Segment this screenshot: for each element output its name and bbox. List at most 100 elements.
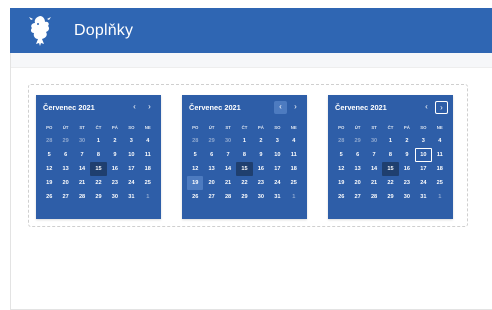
next-month-button[interactable]: › (289, 101, 302, 114)
calendar-day[interactable]: 17 (123, 162, 139, 176)
calendar-day[interactable]: 25 (140, 176, 156, 190)
calendar-day[interactable]: 13 (349, 162, 365, 176)
calendar-day[interactable]: 10 (269, 148, 285, 162)
calendar-day[interactable]: 14 (366, 162, 382, 176)
calendar-day[interactable]: 16 (107, 162, 123, 176)
calendar-day[interactable]: 30 (253, 190, 269, 204)
next-month-button[interactable]: › (143, 101, 156, 114)
calendar-day[interactable]: 26 (333, 190, 349, 204)
calendar-day[interactable]: 8 (382, 148, 398, 162)
calendar-day[interactable]: 26 (187, 190, 203, 204)
calendar-day[interactable]: 3 (123, 134, 139, 148)
calendar-day[interactable]: 1 (286, 190, 302, 204)
calendar-day[interactable]: 2 (107, 134, 123, 148)
calendar-day[interactable]: 7 (220, 148, 236, 162)
calendar-day[interactable]: 28 (41, 134, 57, 148)
calendar-day[interactable]: 3 (269, 134, 285, 148)
prev-month-button[interactable]: ‹ (420, 101, 433, 114)
calendar-day[interactable]: 18 (286, 162, 302, 176)
calendar-day[interactable]: 15 (236, 162, 253, 176)
calendar-day[interactable]: 9 (107, 148, 123, 162)
calendar-day[interactable]: 31 (269, 190, 285, 204)
calendar-day[interactable]: 16 (399, 162, 415, 176)
calendar-day[interactable]: 26 (41, 190, 57, 204)
calendar-day[interactable]: 30 (107, 190, 123, 204)
calendar-day[interactable]: 12 (41, 162, 57, 176)
calendar-day[interactable]: 19 (41, 176, 57, 190)
calendar-day[interactable]: 28 (74, 190, 90, 204)
calendar-day[interactable]: 29 (90, 190, 106, 204)
calendar-day[interactable]: 9 (253, 148, 269, 162)
calendar-day[interactable]: 17 (269, 162, 285, 176)
prev-month-button[interactable]: ‹ (274, 101, 287, 114)
next-month-button[interactable]: › (435, 101, 448, 114)
calendar-day[interactable]: 25 (432, 176, 448, 190)
calendar-day[interactable]: 6 (57, 148, 73, 162)
calendar-day[interactable]: 2 (253, 134, 269, 148)
calendar-day[interactable]: 28 (187, 134, 203, 148)
calendar-day[interactable]: 20 (349, 176, 365, 190)
calendar-day[interactable]: 24 (415, 176, 431, 190)
calendar-day[interactable]: 7 (74, 148, 90, 162)
calendar-day[interactable]: 12 (333, 162, 349, 176)
calendar-day[interactable]: 5 (333, 148, 349, 162)
calendar-day[interactable]: 11 (140, 148, 156, 162)
calendar-day[interactable]: 28 (220, 190, 236, 204)
calendar-day[interactable]: 10 (123, 148, 139, 162)
calendar-day[interactable]: 14 (220, 162, 236, 176)
prev-month-button[interactable]: ‹ (128, 101, 141, 114)
calendar-day[interactable]: 5 (41, 148, 57, 162)
calendar-day[interactable]: 31 (415, 190, 431, 204)
calendar-day[interactable]: 20 (203, 176, 219, 190)
calendar-day[interactable]: 18 (140, 162, 156, 176)
calendar-day[interactable]: 23 (107, 176, 123, 190)
calendar-day[interactable]: 30 (220, 134, 236, 148)
calendar-day[interactable]: 28 (366, 190, 382, 204)
calendar-day[interactable]: 8 (90, 148, 106, 162)
calendar-day[interactable]: 1 (140, 190, 156, 204)
calendar-day[interactable]: 29 (57, 134, 73, 148)
calendar-day[interactable]: 21 (366, 176, 382, 190)
calendar-day[interactable]: 1 (432, 190, 448, 204)
calendar-day[interactable]: 14 (74, 162, 90, 176)
calendar-day[interactable]: 27 (57, 190, 73, 204)
calendar-day[interactable]: 15 (382, 162, 399, 176)
calendar-day[interactable]: 18 (432, 162, 448, 176)
calendar-day[interactable]: 6 (349, 148, 365, 162)
calendar-day[interactable]: 19 (187, 176, 204, 190)
calendar-day[interactable]: 29 (203, 134, 219, 148)
calendar-day[interactable]: 16 (253, 162, 269, 176)
calendar-day[interactable]: 31 (123, 190, 139, 204)
calendar-day[interactable]: 21 (74, 176, 90, 190)
calendar-day[interactable]: 8 (236, 148, 252, 162)
calendar-day[interactable]: 4 (286, 134, 302, 148)
calendar-day[interactable]: 20 (57, 176, 73, 190)
calendar-day[interactable]: 25 (286, 176, 302, 190)
calendar-day[interactable]: 5 (187, 148, 203, 162)
calendar-day[interactable]: 2 (399, 134, 415, 148)
calendar-day[interactable]: 30 (74, 134, 90, 148)
calendar-day[interactable]: 1 (90, 134, 106, 148)
calendar-day[interactable]: 3 (415, 134, 431, 148)
calendar-day[interactable]: 13 (203, 162, 219, 176)
calendar-day[interactable]: 13 (57, 162, 73, 176)
calendar-day[interactable]: 23 (399, 176, 415, 190)
calendar-day[interactable]: 17 (415, 162, 431, 176)
calendar-day[interactable]: 6 (203, 148, 219, 162)
calendar-day[interactable]: 21 (220, 176, 236, 190)
calendar-day[interactable]: 1 (236, 134, 252, 148)
calendar-day[interactable]: 27 (203, 190, 219, 204)
calendar-day[interactable]: 30 (366, 134, 382, 148)
calendar-day[interactable]: 9 (399, 148, 415, 162)
calendar-day[interactable]: 15 (90, 162, 107, 176)
calendar-day[interactable]: 10 (415, 148, 432, 162)
calendar-day[interactable]: 11 (432, 148, 448, 162)
calendar-day[interactable]: 22 (236, 176, 252, 190)
calendar-day[interactable]: 27 (349, 190, 365, 204)
calendar-day[interactable]: 29 (236, 190, 252, 204)
calendar-day[interactable]: 23 (253, 176, 269, 190)
calendar-day[interactable]: 29 (382, 190, 398, 204)
calendar-day[interactable]: 11 (286, 148, 302, 162)
calendar-day[interactable]: 1 (382, 134, 398, 148)
calendar-day[interactable]: 4 (432, 134, 448, 148)
